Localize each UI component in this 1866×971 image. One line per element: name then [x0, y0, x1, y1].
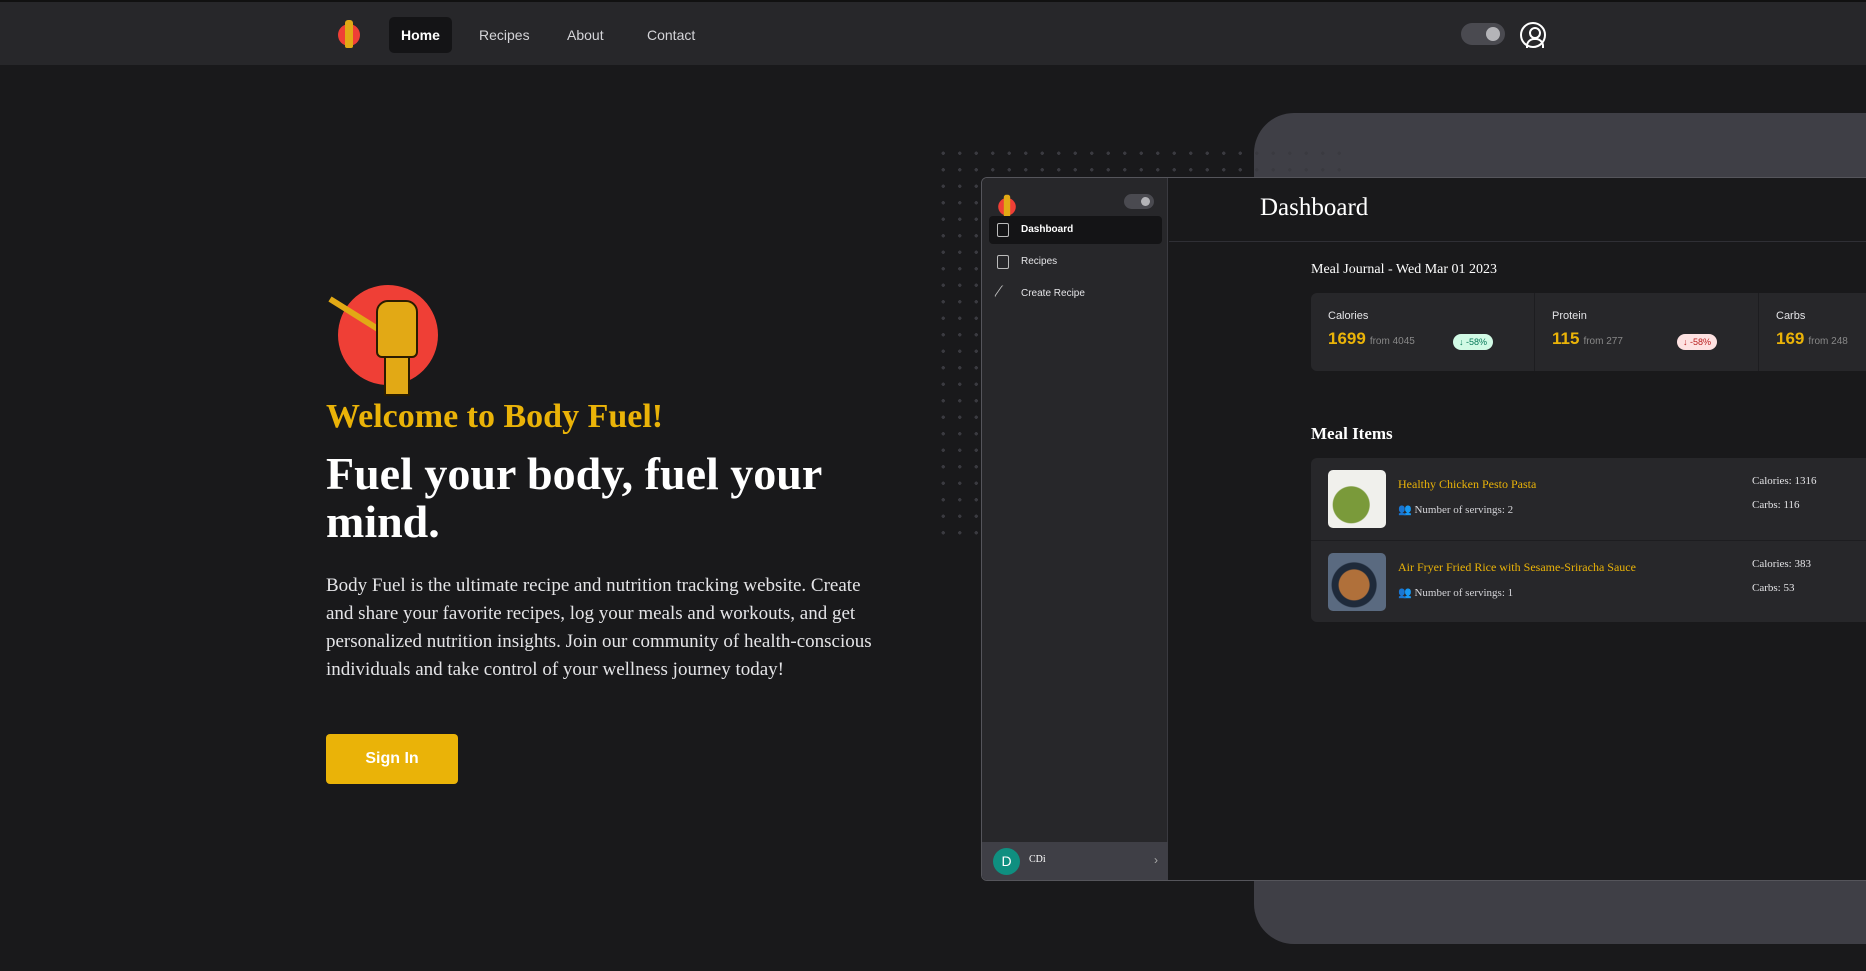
- preview-sidebar-dashboard: Dashboard: [989, 216, 1162, 244]
- stat-label: Carbs: [1776, 310, 1806, 322]
- meal-item: Air Fryer Fried Rice with Sesame-Srirach…: [1311, 540, 1866, 622]
- welcome-heading: Welcome to Body Fuel!: [326, 398, 664, 435]
- user-account-icon[interactable]: [1520, 22, 1546, 48]
- pencil-icon: [994, 284, 1012, 304]
- meal-calories: Calories: 383: [1752, 558, 1811, 570]
- preview-user-footer: D CDi ›: [982, 842, 1168, 880]
- nav-home[interactable]: Home: [389, 17, 452, 53]
- meal-name: Healthy Chicken Pesto Pasta: [1398, 477, 1537, 491]
- preview-theme-toggle: [1124, 194, 1154, 209]
- meal-calories: Calories: 1316: [1752, 475, 1817, 487]
- nav-contact[interactable]: Contact: [635, 17, 707, 53]
- home-icon: [997, 223, 1009, 237]
- change-value: -58%: [1466, 337, 1488, 347]
- theme-toggle[interactable]: [1461, 23, 1505, 45]
- servings-text: Number of servings: 2: [1414, 504, 1514, 516]
- preview-logo: [997, 194, 1018, 218]
- change-badge: ↓ -58%: [1677, 334, 1718, 350]
- stat-value: 115: [1552, 329, 1580, 348]
- hero-headline: Fuel your body, fuel your mind.: [326, 448, 822, 547]
- top-navbar: Home Recipes About Contact: [0, 0, 1866, 65]
- nutrition-stats: Calories 1699 from 4045 ↓ -58% Protein 11…: [1311, 293, 1866, 371]
- stat-label: Calories: [1328, 310, 1369, 322]
- meal-name: Air Fryer Fried Rice with Sesame-Srirach…: [1398, 560, 1636, 574]
- dashboard-preview: Dashboard Recipes Create Recipe D CDi › …: [981, 177, 1866, 881]
- servings: 👥 Number of servings: 2: [1398, 504, 1514, 516]
- meal-journal-heading: Meal Journal - Wed Mar 01 2023: [1311, 262, 1498, 277]
- stat-label: Protein: [1552, 310, 1587, 322]
- stat-carbs: Carbs 169 from 248: [1759, 293, 1866, 371]
- sidebar-label: Dashboard: [1021, 224, 1074, 235]
- meal-item: Healthy Chicken Pesto Pasta 👥 Number of …: [1311, 458, 1866, 540]
- meal-carbs: Carbs: 116: [1752, 499, 1800, 511]
- sidebar-label: Create Recipe: [1021, 288, 1085, 299]
- stat-value: 169: [1776, 329, 1805, 348]
- meal-items-heading: Meal Items: [1311, 424, 1393, 443]
- preview-sidebar-create-recipe: Create Recipe: [989, 280, 1162, 308]
- sidebar-label: Recipes: [1021, 256, 1058, 267]
- nav-about[interactable]: About: [555, 17, 616, 53]
- change-value: -58%: [1690, 337, 1712, 347]
- preview-sidebar: Dashboard Recipes Create Recipe D CDi ›: [982, 178, 1168, 880]
- preview-sidebar-recipes: Recipes: [989, 248, 1162, 276]
- stat-from: from 277: [1583, 336, 1623, 347]
- chevron-right-icon: ›: [1154, 853, 1158, 867]
- stat-from: from 248: [1808, 336, 1848, 347]
- stat-from: from 4045: [1369, 336, 1415, 347]
- servings: 👥 Number of servings: 1: [1398, 587, 1514, 599]
- nav-recipes[interactable]: Recipes: [467, 17, 542, 53]
- document-icon: [997, 255, 1009, 269]
- hero-description: Body Fuel is the ultimate recipe and nut…: [326, 575, 872, 680]
- change-badge: ↓ -58%: [1453, 334, 1494, 350]
- user-name: CDi: [1029, 854, 1046, 865]
- meal-image: [1328, 470, 1386, 528]
- stat-calories: Calories 1699 from 4045 ↓ -58%: [1311, 293, 1535, 371]
- preview-main: Dashboard Meal Journal - Wed Mar 01 2023…: [1169, 178, 1866, 880]
- servings-text: Number of servings: 1: [1414, 587, 1514, 599]
- body-fuel-hero-logo: [328, 280, 443, 398]
- sign-in-button[interactable]: Sign In: [326, 734, 458, 784]
- avatar: D: [993, 848, 1020, 875]
- meal-image: [1328, 553, 1386, 611]
- body-fuel-logo[interactable]: [336, 20, 362, 48]
- stat-value: 1699: [1328, 329, 1366, 348]
- divider: [1169, 241, 1866, 242]
- meal-items-list: Healthy Chicken Pesto Pasta 👥 Number of …: [1311, 458, 1866, 622]
- dashboard-title: Dashboard: [1260, 194, 1369, 221]
- meal-carbs: Carbs: 53: [1752, 582, 1795, 594]
- stat-protein: Protein 115 from 277 ↓ -58%: [1535, 293, 1759, 371]
